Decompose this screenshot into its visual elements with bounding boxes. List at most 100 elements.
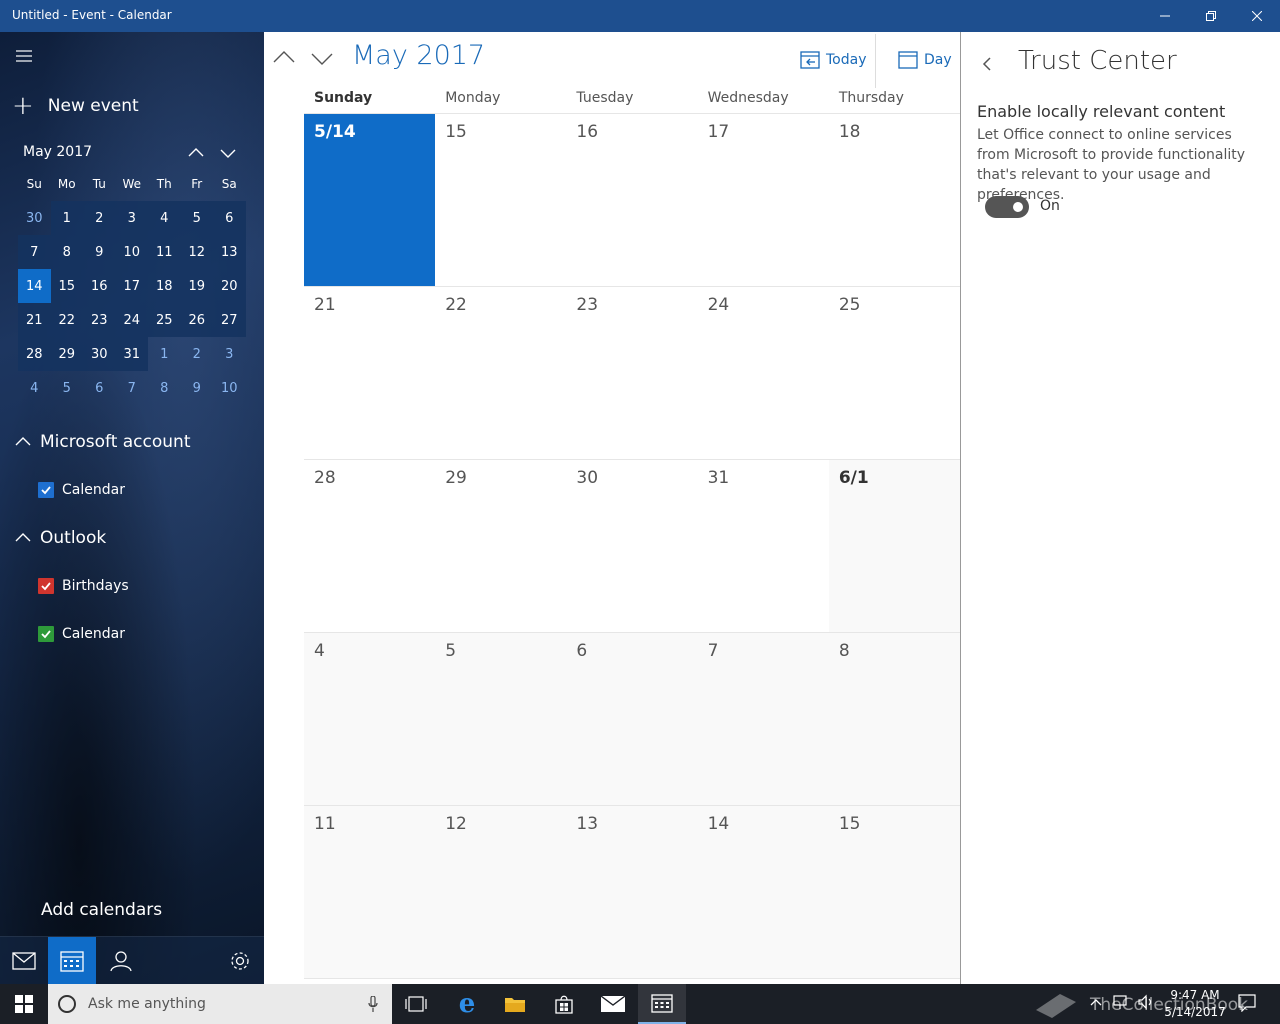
add-calendars-link[interactable]: Add calendars	[41, 900, 162, 920]
day-cell[interactable]: 14	[697, 806, 829, 978]
day-cell[interactable]: 29	[435, 460, 566, 632]
store-app-button[interactable]	[540, 984, 588, 1024]
account-header-outlook[interactable]: Outlook	[14, 526, 106, 550]
microphone-icon[interactable]	[368, 996, 378, 1012]
mini-day[interactable]: 7	[116, 371, 149, 405]
action-center-icon[interactable]	[1238, 994, 1256, 1012]
mini-day[interactable]: 20	[213, 269, 246, 303]
close-button[interactable]	[1234, 0, 1280, 32]
people-app-button[interactable]	[96, 937, 144, 984]
day-cell[interactable]: 24	[698, 287, 829, 459]
day-cell[interactable]: 5	[435, 633, 567, 805]
minimize-button[interactable]	[1142, 0, 1188, 32]
day-cell[interactable]: 15	[435, 114, 566, 286]
mini-day[interactable]: 26	[180, 303, 213, 337]
mini-day[interactable]: 30	[18, 201, 51, 235]
search-box[interactable]: Ask me anything	[48, 984, 392, 1024]
day-cell[interactable]: 12	[435, 806, 567, 978]
mini-day[interactable]: 27	[213, 303, 246, 337]
mini-day[interactable]: 29	[50, 337, 83, 371]
volume-icon[interactable]	[1138, 994, 1154, 1010]
locally-relevant-content-toggle[interactable]	[985, 196, 1029, 218]
day-cell[interactable]: 30	[566, 460, 697, 632]
mini-day[interactable]: 18	[148, 269, 181, 303]
mini-day[interactable]: 22	[50, 303, 83, 337]
mini-day[interactable]: 2	[181, 337, 214, 371]
mini-day[interactable]: 31	[115, 337, 148, 371]
calendar-app-button[interactable]	[48, 937, 96, 984]
mini-day[interactable]: 6	[213, 201, 246, 235]
mini-day[interactable]: 9	[83, 235, 116, 269]
file-explorer-button[interactable]	[491, 984, 539, 1024]
day-cell[interactable]: 6	[566, 633, 698, 805]
mini-day[interactable]: 24	[115, 303, 148, 337]
mini-calendar-next-button[interactable]	[219, 144, 237, 162]
day-cell[interactable]: 23	[566, 287, 697, 459]
mini-day[interactable]: 16	[83, 269, 116, 303]
checkbox-checked-icon[interactable]	[38, 482, 54, 498]
day-cell[interactable]: 25	[829, 287, 960, 459]
month-title[interactable]: May 2017	[352, 40, 485, 71]
mini-day[interactable]: 23	[83, 303, 116, 337]
mini-day[interactable]: 10	[115, 235, 148, 269]
calendar-item-microsoft-calendar[interactable]: Calendar	[38, 480, 125, 500]
mini-day[interactable]: 19	[180, 269, 213, 303]
mini-day[interactable]: 17	[115, 269, 148, 303]
day-cell[interactable]: 28	[304, 460, 435, 632]
start-button[interactable]	[0, 984, 48, 1024]
mini-day-selected[interactable]: 14	[18, 269, 51, 303]
mini-day[interactable]: 8	[50, 235, 83, 269]
mini-calendar-prev-button[interactable]	[187, 144, 205, 162]
mini-day[interactable]: 13	[213, 235, 246, 269]
next-month-button[interactable]	[310, 46, 334, 70]
day-cell-today[interactable]: 5/14	[304, 114, 436, 286]
chevron-up-icon[interactable]	[1090, 994, 1102, 1010]
mini-day[interactable]: 10	[213, 371, 246, 405]
calendar-item-birthdays[interactable]: Birthdays	[38, 576, 129, 596]
hamburger-menu-button[interactable]	[12, 44, 36, 68]
new-event-button[interactable]: + New event	[12, 92, 139, 120]
today-button[interactable]: Today	[800, 48, 867, 72]
mini-day[interactable]: 12	[180, 235, 213, 269]
checkbox-checked-icon[interactable]	[38, 626, 54, 642]
task-view-button[interactable]	[392, 984, 440, 1024]
mini-day[interactable]: 6	[83, 371, 116, 405]
edge-app-button[interactable]: e	[443, 984, 491, 1024]
mini-day[interactable]: 3	[115, 201, 148, 235]
previous-month-button[interactable]	[272, 46, 296, 70]
mini-day[interactable]: 1	[50, 201, 83, 235]
day-cell[interactable]: 18	[829, 114, 960, 286]
calendar-taskbar-button[interactable]	[638, 984, 686, 1024]
day-cell[interactable]: 7	[697, 633, 829, 805]
account-header-microsoft[interactable]: Microsoft account	[14, 430, 191, 454]
mini-day[interactable]: 11	[148, 235, 181, 269]
settings-button[interactable]	[216, 937, 264, 984]
day-cell[interactable]: 4	[304, 633, 436, 805]
day-cell[interactable]: 13	[566, 806, 698, 978]
mini-day[interactable]: 4	[148, 201, 181, 235]
mini-day[interactable]: 8	[148, 371, 181, 405]
day-cell[interactable]: 31	[698, 460, 829, 632]
day-view-button[interactable]: Day	[898, 48, 952, 72]
day-cell[interactable]: 17	[698, 114, 829, 286]
mini-day[interactable]: 3	[213, 337, 246, 371]
mini-day[interactable]: 7	[18, 235, 51, 269]
mini-day[interactable]: 1	[148, 337, 181, 371]
day-cell[interactable]: 16	[566, 114, 697, 286]
calendar-item-outlook-calendar[interactable]: Calendar	[38, 624, 125, 644]
day-cell[interactable]: 21	[304, 287, 435, 459]
day-cell[interactable]: 22	[435, 287, 566, 459]
mini-day[interactable]: 28	[18, 337, 51, 371]
mini-day[interactable]: 5	[51, 371, 84, 405]
day-cell[interactable]: 8	[828, 633, 961, 805]
mail-taskbar-button[interactable]	[589, 984, 637, 1024]
day-cell[interactable]: 6/1	[828, 460, 961, 632]
restore-button[interactable]	[1188, 0, 1234, 32]
mini-day[interactable]: 25	[148, 303, 181, 337]
network-icon[interactable]	[1112, 994, 1128, 1010]
mini-day[interactable]: 21	[18, 303, 51, 337]
mini-day[interactable]: 2	[83, 201, 116, 235]
mini-day[interactable]: 5	[180, 201, 213, 235]
mini-day[interactable]: 9	[181, 371, 214, 405]
mini-day[interactable]: 15	[50, 269, 83, 303]
